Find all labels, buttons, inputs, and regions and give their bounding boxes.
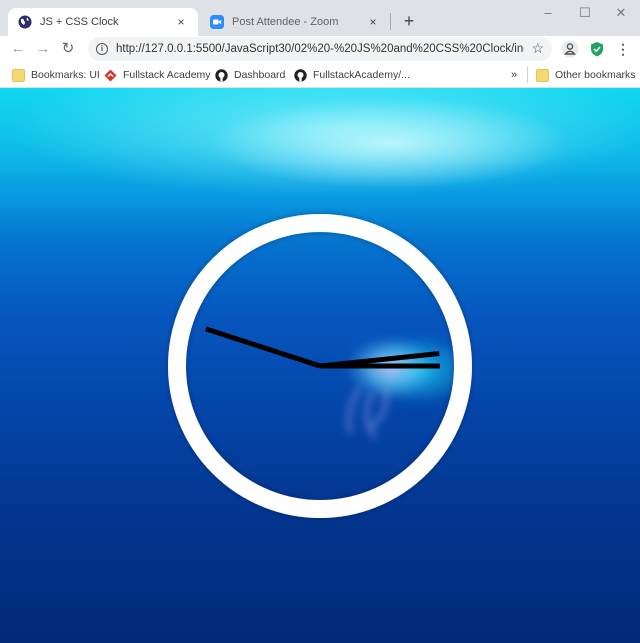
bookmarks-bar: Bookmarks: UI Fullstack Academy Dashboar… bbox=[0, 62, 640, 88]
new-tab-button[interactable]: + bbox=[400, 12, 418, 30]
close-window-button[interactable]: ✕ bbox=[606, 4, 636, 22]
bookmark-fullstack-academy[interactable]: Fullstack Academy bbox=[104, 67, 211, 83]
bookmark-dashboard[interactable]: Dashboard bbox=[215, 67, 285, 83]
bookmark-fullstackacademy-github[interactable]: FullstackAcademy/... bbox=[294, 67, 410, 83]
tab-js-css-clock[interactable]: JS + CSS Clock × bbox=[8, 8, 198, 36]
security-shield-extension-icon[interactable] bbox=[588, 40, 606, 58]
back-button[interactable]: ← bbox=[8, 39, 28, 59]
bookmark-label: Dashboard bbox=[234, 69, 286, 81]
browser-menu-icon[interactable]: ⋮ bbox=[613, 39, 633, 59]
bookmarks-separator bbox=[527, 67, 528, 83]
close-tab-icon[interactable]: × bbox=[366, 15, 380, 29]
bookmark-star-icon[interactable]: ☆ bbox=[531, 40, 544, 57]
bookmark-label: Other bookmarks bbox=[555, 69, 636, 81]
maximize-button[interactable]: ☐ bbox=[570, 4, 600, 22]
site-info-icon[interactable]: i bbox=[96, 43, 108, 55]
tab-separator bbox=[390, 13, 391, 30]
address-bar[interactable]: i http://127.0.0.1:5500/JavaScript30/02%… bbox=[88, 37, 552, 61]
browser-toolbar: ← → ↻ i http://127.0.0.1:5500/JavaScript… bbox=[0, 36, 640, 62]
page-content bbox=[0, 88, 640, 643]
github-icon bbox=[294, 68, 307, 82]
hour-hand bbox=[205, 326, 321, 369]
other-bookmarks-folder[interactable]: Other bookmarks bbox=[536, 67, 636, 83]
bookmarks-overflow-button[interactable]: » bbox=[511, 67, 517, 83]
bookmark-label: Fullstack Academy bbox=[123, 69, 211, 81]
bookmark-label: FullstackAcademy/... bbox=[313, 69, 410, 81]
forward-button[interactable]: → bbox=[33, 39, 53, 59]
fullstack-logo-icon bbox=[104, 69, 117, 81]
tab-post-attendee-zoom[interactable]: Post Attendee - Zoom × bbox=[200, 8, 390, 36]
reload-button[interactable]: ↻ bbox=[58, 39, 78, 59]
tab-strip: JS + CSS Clock × Post Attendee - Zoom × … bbox=[0, 0, 640, 36]
folder-icon bbox=[12, 68, 25, 82]
profile-avatar-icon[interactable] bbox=[561, 40, 579, 58]
github-icon bbox=[215, 68, 228, 82]
zoom-video-icon bbox=[210, 15, 224, 29]
url-text[interactable]: http://127.0.0.1:5500/JavaScript30/02%20… bbox=[116, 43, 524, 55]
folder-icon bbox=[536, 68, 549, 82]
bookmark-folder-ui[interactable]: Bookmarks: UI bbox=[12, 67, 100, 83]
tab-title: JS + CSS Clock bbox=[40, 16, 119, 28]
globe-icon bbox=[18, 15, 32, 29]
close-tab-icon[interactable]: × bbox=[174, 15, 188, 29]
bookmark-label: Bookmarks: UI bbox=[31, 69, 100, 81]
minimize-button[interactable]: – bbox=[533, 4, 563, 22]
clock bbox=[168, 214, 475, 518]
tab-title: Post Attendee - Zoom bbox=[232, 16, 339, 28]
